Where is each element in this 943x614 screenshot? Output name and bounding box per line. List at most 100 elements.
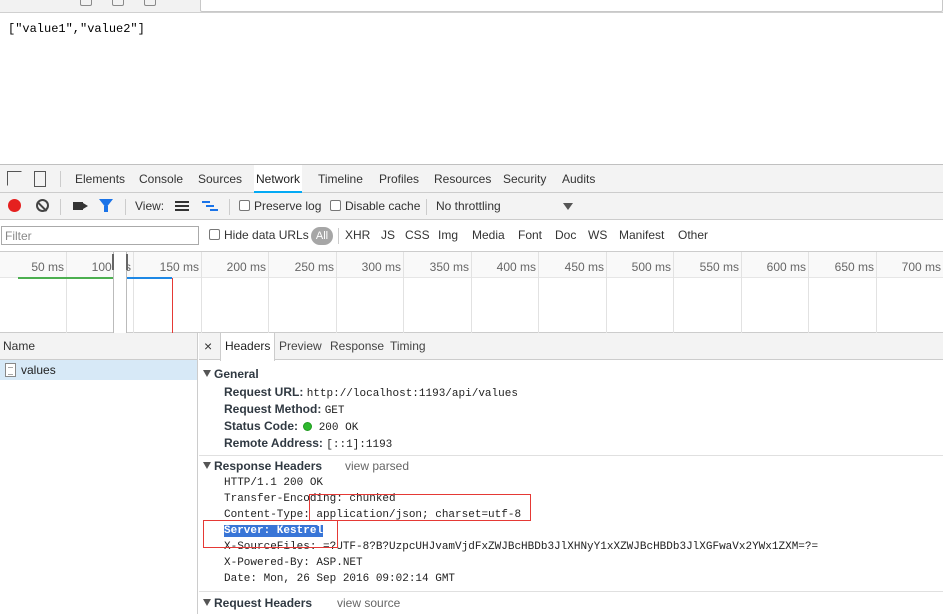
filter-manifest[interactable]: Manifest <box>619 228 664 242</box>
request-waiting-bar <box>18 277 113 279</box>
status-ok-icon <box>303 422 313 431</box>
tab-profiles[interactable]: Profiles <box>378 165 420 193</box>
annotation-box-server <box>203 520 338 548</box>
request-method-key: Request Method: <box>224 402 322 416</box>
view-label: View: <box>135 199 165 213</box>
request-method-value: GET <box>324 405 345 417</box>
tab-network[interactable]: Network <box>254 165 303 193</box>
tab-elements[interactable]: Elements <box>74 165 126 193</box>
request-headers-title: Request Headers <box>214 596 313 610</box>
preserve-log-checkbox[interactable] <box>239 200 250 211</box>
tab-security[interactable]: Security <box>502 165 547 193</box>
request-url-value: http://localhost:1193/api/values <box>306 388 518 400</box>
response-headers-toggle[interactable]: Response Headers <box>203 459 322 473</box>
tab-timeline[interactable]: Timeline <box>317 165 364 193</box>
tab-sources[interactable]: Sources <box>197 165 243 193</box>
request-row[interactable]: values <box>0 360 197 380</box>
devtools-tabbar: Elements Console Sources Network Timelin… <box>0 165 943 193</box>
request-name: values <box>21 363 56 377</box>
name-column-header[interactable]: Name <box>0 333 197 360</box>
grid-line <box>808 252 809 333</box>
grid-line <box>403 252 404 333</box>
filter-bar: Hide data URLs All XHR JS CSS Img Media … <box>0 220 943 252</box>
large-rows-icon[interactable] <box>175 201 189 211</box>
filter-doc[interactable]: Doc <box>555 228 576 242</box>
reload-icon[interactable] <box>80 0 92 6</box>
filter-css[interactable]: CSS <box>405 228 430 242</box>
clear-icon[interactable] <box>36 199 49 212</box>
hide-data-urls-checkbox[interactable] <box>209 229 220 240</box>
grid-line <box>673 252 674 333</box>
filter-icon[interactable] <box>99 199 113 212</box>
right-drag-handle[interactable] <box>126 254 128 270</box>
request-url-key: Request URL: <box>224 385 304 399</box>
overview-waterfall-icon[interactable] <box>202 201 218 211</box>
close-icon[interactable]: × <box>204 338 212 354</box>
hide-data-urls-label[interactable]: Hide data URLs <box>224 228 309 242</box>
home-icon[interactable] <box>112 0 124 6</box>
inspect-element-icon[interactable] <box>7 171 22 186</box>
request-list: Name values <box>0 333 198 614</box>
bookmark-icon[interactable] <box>144 0 156 6</box>
response-headers-title: Response Headers <box>214 459 323 473</box>
tab-timing[interactable]: Timing <box>390 333 426 360</box>
grid-line <box>538 252 539 333</box>
left-drag-handle[interactable] <box>112 254 114 270</box>
divider <box>426 199 427 215</box>
filter-input[interactable] <box>1 226 199 245</box>
device-mode-icon[interactable] <box>34 171 46 187</box>
status-code-key: Status Code: <box>224 419 299 433</box>
filter-js[interactable]: JS <box>381 228 395 242</box>
screenshot-camera-icon[interactable] <box>73 202 88 210</box>
throttling-select[interactable]: No throttling <box>436 199 501 213</box>
tab-console[interactable]: Console <box>138 165 184 193</box>
filter-font[interactable]: Font <box>518 228 542 242</box>
response-header-line: X-Powered-By: ASP.NET <box>224 557 363 569</box>
record-icon[interactable] <box>8 199 21 212</box>
preserve-log-label[interactable]: Preserve log <box>254 199 321 213</box>
tick-label: 350 ms <box>429 260 469 274</box>
response-header-line: HTTP/1.1 200 OK <box>224 477 324 489</box>
grid-line <box>876 252 877 333</box>
tick-label: 600 ms <box>766 260 806 274</box>
response-header-line: Date: Mon, 26 Sep 2016 09:02:14 GMT <box>224 573 456 585</box>
tab-headers[interactable]: Headers <box>220 333 276 361</box>
tab-response[interactable]: Response <box>330 333 384 360</box>
remote-address-key: Remote Address: <box>224 436 323 450</box>
view-source-link[interactable]: view source <box>337 596 400 610</box>
devtools-panel: Elements Console Sources Network Timelin… <box>0 164 943 614</box>
overview-selection-window[interactable] <box>112 252 128 333</box>
section-divider <box>199 591 943 592</box>
disable-cache-label[interactable]: Disable cache <box>345 199 420 213</box>
section-divider <box>199 455 943 456</box>
tab-preview[interactable]: Preview <box>279 333 322 360</box>
filter-media[interactable]: Media <box>472 228 505 242</box>
tick-label: 500 ms <box>631 260 671 274</box>
status-code-value: 200 OK <box>318 422 359 434</box>
timeline-overview[interactable]: 50 ms 100 ms 150 ms 200 ms 250 ms 300 ms… <box>0 252 943 333</box>
filter-xhr[interactable]: XHR <box>345 228 370 242</box>
network-toolbar: View: Preserve log Disable cache No thro… <box>0 193 943 220</box>
tick-label: 250 ms <box>294 260 334 274</box>
disable-cache-checkbox[interactable] <box>330 200 341 211</box>
general-section-toggle[interactable]: General <box>203 367 259 381</box>
remote-address-row: Remote Address: [::1]:1193 <box>224 436 392 451</box>
filter-all-button[interactable]: All <box>311 227 333 245</box>
tab-resources[interactable]: Resources <box>433 165 492 193</box>
request-download-bar <box>127 277 172 279</box>
filter-ws[interactable]: WS <box>588 228 607 242</box>
request-headers-toggle[interactable]: Request Headers <box>203 596 312 610</box>
tick-label: 700 ms <box>901 260 941 274</box>
view-parsed-link[interactable]: view parsed <box>345 459 409 473</box>
triangle-down-icon <box>203 462 211 469</box>
tick-label: 650 ms <box>834 260 874 274</box>
tick-label: 300 ms <box>361 260 401 274</box>
address-bar[interactable] <box>200 0 943 12</box>
tick-label: 450 ms <box>564 260 604 274</box>
tab-audits[interactable]: Audits <box>561 165 596 193</box>
page-content: ["value1","value2"] <box>8 22 145 36</box>
filter-other[interactable]: Other <box>678 228 708 242</box>
chevron-down-icon[interactable] <box>563 203 573 210</box>
detail-tabbar: × Headers Preview Response Timing <box>199 333 943 361</box>
filter-img[interactable]: Img <box>438 228 458 242</box>
